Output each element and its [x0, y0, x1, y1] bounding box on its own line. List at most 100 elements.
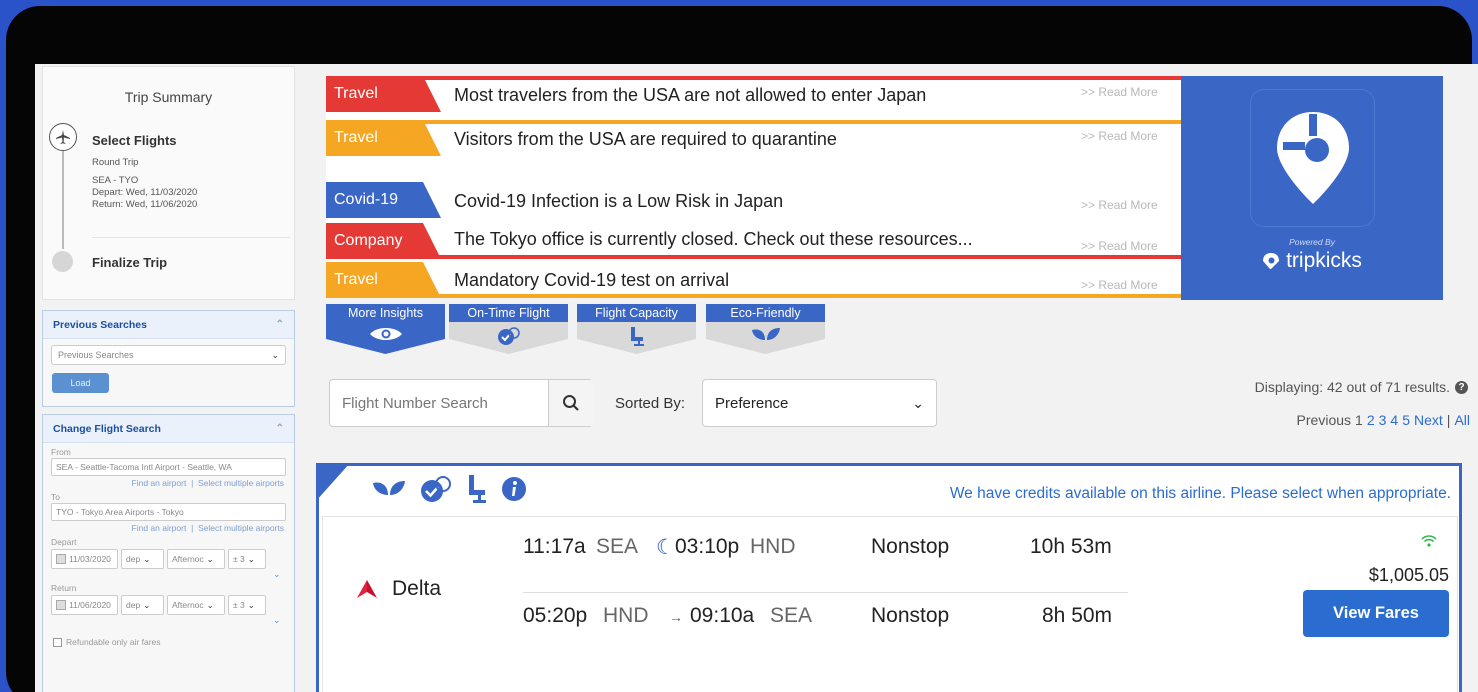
alert-row[interactable]: Travel Visitors from the USA are require…	[326, 120, 1181, 156]
trip-summary: Trip Summary Select Flights Round Trip S…	[42, 66, 295, 300]
depart-date-input[interactable]: 11/03/2020	[51, 549, 118, 569]
leaves-icon[interactable]	[371, 479, 407, 499]
result-insight-icons	[371, 474, 527, 504]
flight-number-input[interactable]	[330, 380, 548, 426]
depart-date-value: 11/03/2020	[69, 554, 111, 564]
help-icon[interactable]: ?	[1455, 380, 1468, 394]
pager-previous[interactable]: Previous	[1297, 412, 1351, 428]
tripkicks-mark-icon	[1263, 253, 1280, 269]
select-multiple-airports-link[interactable]: Select multiple airports	[198, 478, 284, 488]
chevron-up-icon[interactable]: ⌃	[276, 423, 284, 434]
divider	[92, 237, 290, 238]
tab-on-time-flight[interactable]: On-Time Flight	[449, 304, 568, 354]
tab-flight-capacity[interactable]: Flight Capacity	[577, 304, 696, 354]
depart-time-select[interactable]: Afternoc ⌄	[167, 549, 225, 569]
from-label: From	[51, 447, 71, 457]
pager-next[interactable]: Next	[1414, 412, 1443, 428]
read-more-link[interactable]: >> Read More	[1081, 198, 1158, 212]
sort-select[interactable]: Preference ⌄	[702, 379, 937, 427]
from-input[interactable]: SEA - Seattle-Tacoma Intl Airport - Seat…	[51, 458, 286, 476]
tab-label: On-Time Flight	[449, 304, 568, 322]
read-more-link[interactable]: >> Read More	[1081, 85, 1158, 99]
on-time-icon[interactable]	[419, 475, 453, 503]
alert-row[interactable]: Company The Tokyo office is currently cl…	[326, 223, 1181, 259]
chevron-down-icon[interactable]: ⌄	[273, 569, 294, 579]
outbound-arr-airport: HND	[750, 535, 796, 558]
tab-eco-friendly[interactable]: Eco-Friendly	[706, 304, 825, 354]
chevron-down-icon: ⌄	[271, 349, 279, 360]
alert-tag: Company	[326, 223, 441, 259]
search-button[interactable]	[548, 380, 593, 426]
wifi-icon	[1421, 534, 1437, 552]
range-value: ± 3	[233, 600, 245, 610]
return-date-value: 11/06/2020	[69, 600, 111, 610]
page-5[interactable]: 5	[1402, 412, 1410, 428]
page-2[interactable]: 2	[1367, 412, 1375, 428]
chevron-up-icon[interactable]: ⌃	[276, 319, 284, 330]
return-time-type-select[interactable]: dep ⌄	[121, 595, 164, 615]
read-more-link[interactable]: >> Read More	[1081, 239, 1158, 253]
read-more-link[interactable]: >> Read More	[1081, 278, 1158, 292]
pager-all[interactable]: All	[1454, 412, 1470, 428]
alert-row[interactable]: Travel Most travelers from the USA are n…	[326, 76, 1181, 112]
from-links: Find an airport | Select multiple airpor…	[43, 478, 284, 488]
page-3[interactable]: 3	[1379, 412, 1387, 428]
return-date-input[interactable]: 11/06/2020	[51, 595, 118, 615]
alert-line	[326, 294, 1181, 298]
refundable-option[interactable]: Refundable only air fares	[53, 637, 294, 647]
chevron-down-icon: ⌄	[206, 553, 214, 564]
refundable-label: Refundable only air fares	[66, 637, 161, 647]
previous-searches-panel: Previous Searches ⌃ Previous Searches ⌄ …	[42, 310, 295, 407]
find-airport-link[interactable]: Find an airport	[132, 478, 187, 488]
chevron-down-icon: ⌄	[206, 599, 214, 610]
flight-option-card[interactable]: Delta 11:17a SEA ☾ 03:10p HND Nonstop 10…	[322, 516, 1458, 692]
chevron-down-icon: ⌄	[912, 394, 924, 411]
return-range-select[interactable]: ± 3 ⌄	[228, 595, 266, 615]
tab-more-insights[interactable]: More Insights	[326, 304, 445, 354]
alert-row[interactable]: Covid-19 Covid-19 Infection is a Low Ris…	[326, 182, 1181, 218]
inbound-leg: 05:20p HND → 09:10a SEA Nonstop 8h 50m	[523, 604, 1123, 634]
trip-type: Round Trip	[92, 157, 139, 168]
separator: |	[191, 478, 194, 488]
page-1[interactable]: 1	[1355, 412, 1363, 428]
alert-row[interactable]: Travel Mandatory Covid-19 test on arriva…	[326, 262, 1181, 298]
depart-time-type-select[interactable]: dep ⌄	[121, 549, 164, 569]
find-airport-link[interactable]: Find an airport	[132, 523, 187, 533]
outbound-duration: 10h 53m	[1030, 535, 1112, 558]
outbound-dep-airport: SEA	[596, 535, 639, 558]
previous-searches-header[interactable]: Previous Searches ⌃	[43, 311, 294, 339]
progress-line	[62, 149, 64, 249]
seat-icon[interactable]	[465, 474, 489, 504]
chevron-down-icon: ⌄	[247, 553, 255, 564]
select-multiple-airports-link[interactable]: Select multiple airports	[198, 523, 284, 533]
travel-alerts: Travel Most travelers from the USA are n…	[326, 76, 1181, 298]
moon-icon: ☾	[656, 536, 675, 559]
seat-icon	[628, 326, 646, 351]
outbound-leg: 11:17a SEA ☾ 03:10p HND Nonstop 10h 53m	[523, 535, 1123, 565]
time-type-value: dep	[126, 554, 141, 564]
sorted-by-label: Sorted By:	[615, 395, 686, 412]
previous-searches-value: Previous Searches	[58, 350, 134, 360]
refundable-checkbox[interactable]	[53, 637, 62, 647]
previous-searches-select[interactable]: Previous Searches ⌄	[51, 345, 286, 365]
alert-line	[326, 120, 1181, 124]
tripkicks-flag	[316, 463, 350, 501]
chevron-down-icon: ⌄	[143, 599, 151, 610]
inbound-stops: Nonstop	[871, 604, 950, 627]
trip-details: Round Trip SEA - TYO Depart: Wed, 11/03/…	[92, 157, 197, 211]
read-more-link[interactable]: >> Read More	[1081, 129, 1158, 143]
depart-range-select[interactable]: ± 3 ⌄	[228, 549, 266, 569]
change-search-header[interactable]: Change Flight Search ⌃	[43, 415, 294, 443]
info-icon[interactable]	[501, 476, 527, 502]
return-label: Return	[51, 583, 77, 593]
leaves-icon	[750, 326, 782, 349]
trip-route: SEA - TYO	[92, 175, 139, 186]
load-button[interactable]: Load	[52, 373, 109, 393]
return-time-select[interactable]: Afternoc ⌄	[167, 595, 225, 615]
view-fares-button[interactable]: View Fares	[1303, 590, 1449, 637]
inbound-arr-airport: SEA	[770, 604, 813, 627]
change-search-title: Change Flight Search	[53, 422, 161, 435]
page-4[interactable]: 4	[1390, 412, 1398, 428]
to-input[interactable]: TYO - Tokyo Area Airports - Tokyo	[51, 503, 286, 521]
chevron-down-icon[interactable]: ⌄	[273, 615, 294, 625]
